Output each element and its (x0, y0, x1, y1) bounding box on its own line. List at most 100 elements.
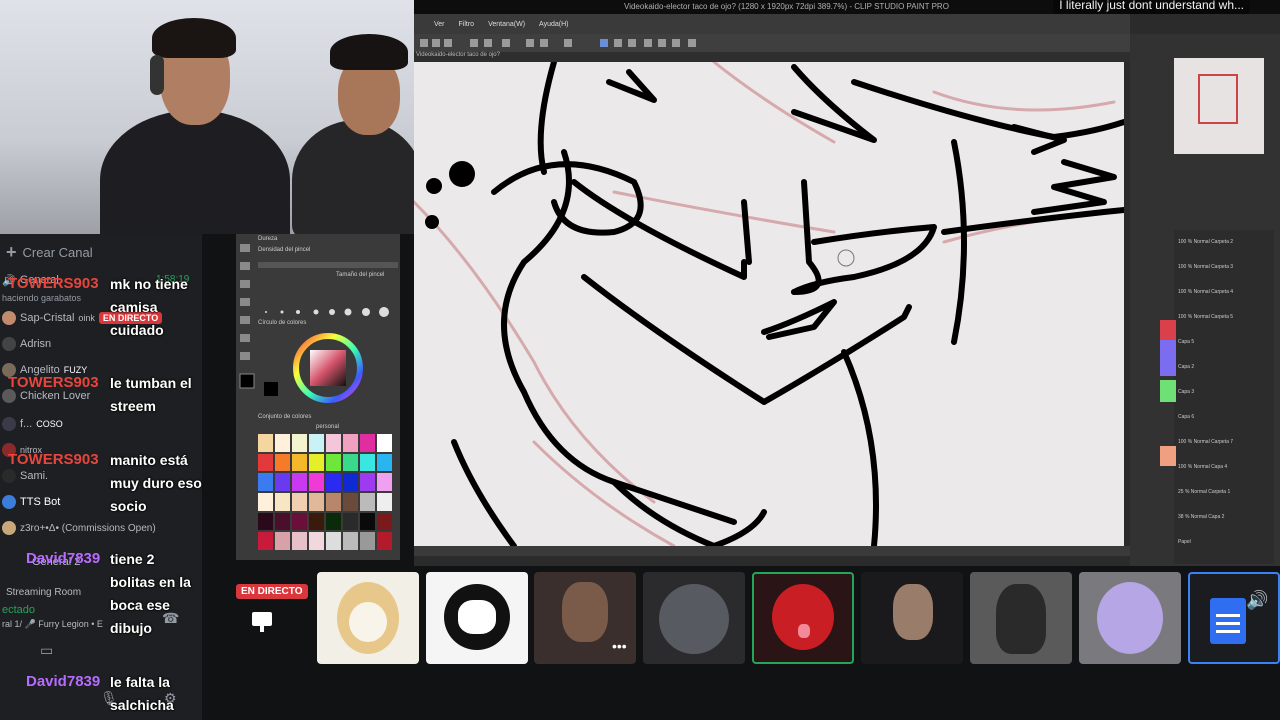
tile-stream[interactable]: EN DIRECTO (208, 572, 312, 664)
avatar (2, 495, 16, 509)
screen-share-icon[interactable]: ▭ (40, 642, 53, 659)
person-left-hair (152, 18, 236, 58)
apple-avatar-image (772, 584, 834, 650)
csp-title: Videokaido-elector taco de ojo? (1280 x … (624, 2, 949, 11)
live-label: EN DIRECTO (236, 584, 308, 599)
color-palette[interactable] (258, 434, 392, 550)
avatar (2, 389, 16, 403)
chat-username: TOWERS903 (8, 451, 99, 468)
layer-item[interactable]: 100 % Normal Carpeta 3 (1178, 255, 1270, 280)
voice-member[interactable]: TTS Bot (2, 492, 60, 512)
chat-username: David7839 (26, 673, 101, 690)
tile-anime-avatar[interactable] (1079, 572, 1181, 664)
plus-icon: + (6, 242, 17, 262)
docs-line (1216, 614, 1240, 617)
create-channel-button[interactable]: + Crear Canal (0, 242, 93, 262)
docs-line (1216, 630, 1240, 633)
bw-creature-face (458, 600, 496, 634)
csp-right-panels: 100 % Normal Carpeta 2 100 % Normal Carp… (1130, 34, 1280, 566)
webcam-boy-face (893, 584, 933, 640)
menu-ver[interactable]: Ver (434, 21, 445, 28)
layer-item[interactable]: 25 % Normal Carpeta 1 (1178, 480, 1270, 505)
layer-item[interactable]: Capa 3 (1178, 380, 1270, 405)
document-tab[interactable]: Videokaido-elector taco de ojo? (414, 52, 1130, 62)
command-icons[interactable] (414, 34, 714, 52)
webcam-feed (0, 0, 414, 234)
person-right-body (292, 120, 414, 234)
tile-bw-avatar[interactable] (426, 572, 528, 664)
layer-item[interactable]: 100 % Normal Carpeta 5 (1178, 305, 1270, 330)
layer-panel: 100 % Normal Carpeta 2 100 % Normal Carp… (1160, 230, 1274, 564)
create-channel-label: Crear Canal (22, 244, 93, 260)
chat-username: David7839 (26, 550, 101, 567)
layer-item[interactable]: Capa 2 (1178, 355, 1270, 380)
layer-color-orange (1160, 446, 1176, 466)
document-tab-label: Videokaido-elector taco de ojo? (416, 52, 500, 58)
menu-filtro[interactable]: Filtro (459, 21, 475, 28)
tile-docs-speaking[interactable]: 🔊 (1188, 572, 1280, 664)
more-icon[interactable]: ••• (612, 638, 627, 654)
avatar (2, 337, 16, 351)
avatar (2, 521, 16, 535)
layer-item[interactable]: Capa 5 (1178, 330, 1270, 355)
chat-username: TOWERS903 (8, 275, 99, 292)
webcam-person-face (562, 582, 608, 642)
docs-icon (1210, 598, 1246, 644)
person-left-body (100, 110, 290, 234)
csp-statusbar (414, 546, 1130, 556)
docs-line (1216, 622, 1240, 625)
csp-menubar: Ver Filtro Ventana(W) Ayuda(H) (414, 14, 1130, 34)
voice-member[interactable]: Sami. (2, 466, 48, 486)
layer-color-blue (1160, 340, 1176, 376)
tile-apple-avatar-speaking[interactable] (752, 572, 854, 664)
chat-message: le falta la salchicha (110, 674, 174, 713)
monitor-icon (252, 612, 272, 626)
layer-item[interactable]: Capa 6 (1178, 405, 1270, 430)
tile-webcam-room[interactable] (643, 572, 745, 664)
avatar (2, 469, 16, 483)
csp-command-bar (414, 34, 1130, 52)
clip-studio-window: Videokaido-elector taco de ojo? (1280 x … (414, 0, 1280, 566)
voice-channel-path: ral 1/ 🎤 Furry Legion • E (2, 618, 103, 629)
tile-fox-avatar[interactable] (317, 572, 419, 664)
chat-message: le tumban el streem (110, 375, 192, 414)
participant-strip: EN DIRECTO ••• 🔊 (206, 566, 1280, 720)
dog-avatar-image (996, 584, 1046, 654)
voice-member[interactable]: Adrisn (2, 334, 51, 354)
anime-avatar-image (1097, 582, 1163, 654)
menu-ventana[interactable]: Ventana(W) (488, 21, 525, 28)
drawing-canvas[interactable] (414, 62, 1124, 546)
layer-color-red (1160, 320, 1176, 340)
avatar (2, 311, 16, 325)
chat-message: mk no tiene camisa cuidado (110, 276, 188, 338)
layer-item[interactable]: 100 % Normal Capa 4 (1178, 455, 1270, 480)
layer-item[interactable]: 38 % Normal Capa 2 (1178, 505, 1270, 530)
brush-color-panel: Dureza Densidad del pincel Tamaño del pi… (236, 234, 400, 560)
layer-item[interactable]: Papel (1178, 530, 1270, 555)
layer-item[interactable]: 100 % Normal Carpeta 2 (1178, 230, 1270, 255)
tile-dog-avatar[interactable] (970, 572, 1072, 664)
overlay-message: I literally just dont understand wh... (1053, 0, 1250, 14)
tile-webcam-person[interactable]: ••• (534, 572, 636, 664)
navigator-preview[interactable] (1174, 58, 1264, 154)
layer-list[interactable]: 100 % Normal Carpeta 2 100 % Normal Carp… (1178, 230, 1270, 555)
layer-item[interactable]: 100 % Normal Carpeta 7 (1178, 430, 1270, 455)
layer-item[interactable]: 100 % Normal Carpeta 4 (1178, 280, 1270, 305)
apple-tongue (798, 624, 810, 638)
chat-username: TOWERS903 (8, 374, 99, 391)
headphones (150, 55, 164, 95)
voice-member[interactable]: z3ro+•Δ• (Commissions Open) (2, 518, 156, 538)
fox-face (349, 602, 387, 642)
voice-member[interactable]: f... COSO (2, 414, 63, 434)
avatar (2, 417, 16, 431)
chat-message: manito está muy duro eso socio (110, 452, 202, 514)
sketch-artwork (414, 62, 1124, 546)
navigator-viewport[interactable] (1198, 74, 1238, 124)
channel-streaming-room[interactable]: Streaming Room (2, 582, 81, 602)
menu-ayuda[interactable]: Ayuda(H) (539, 21, 568, 28)
speaker-icon: 🔊 (1246, 590, 1269, 610)
layer-color-green (1160, 380, 1176, 402)
tile-webcam-boy[interactable] (861, 572, 963, 664)
person-right-hair (330, 34, 408, 70)
chat-message: tiene 2 bolitas en la boca ese dibujo (110, 551, 191, 636)
